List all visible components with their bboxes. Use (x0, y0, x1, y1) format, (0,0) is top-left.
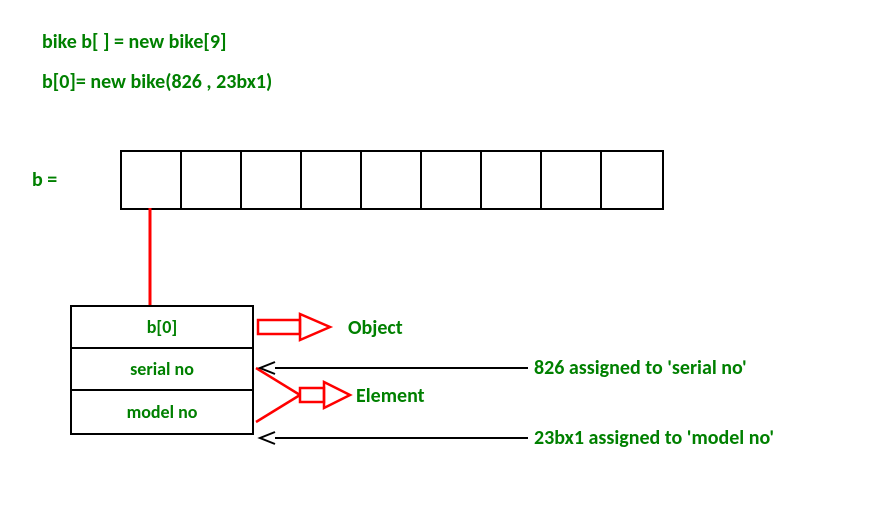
assignment-1-label: 826 assigned to 'serial no' (534, 356, 747, 380)
code-line-2: b[0]= new bike(826 , 23bx1) (42, 70, 272, 94)
array-cell (482, 152, 542, 208)
array-row (120, 150, 664, 210)
array-cell (542, 152, 602, 208)
serial-no-assignment-arrow (260, 362, 528, 374)
array-cell (362, 152, 422, 208)
code-line-1: bike b[ ] = new bike[9] (42, 30, 227, 54)
object-arrow-icon (258, 314, 330, 340)
struct-field1-label: serial no (130, 358, 194, 380)
array-cell (602, 152, 662, 208)
array-cell (242, 152, 302, 208)
brace-bottom-line (256, 395, 300, 422)
object-struct-table: b[0] serial no model no (70, 305, 254, 435)
brace-top-line (256, 368, 300, 395)
assignment-2-label: 23bx1 assigned to 'model no' (534, 426, 774, 450)
array-cell (302, 152, 362, 208)
array-cell (182, 152, 242, 208)
element-arrow-icon (300, 382, 350, 408)
struct-field2-label: model no (127, 401, 198, 423)
array-cell (122, 152, 182, 208)
element-label: Element (356, 384, 425, 408)
model-no-assignment-arrow (260, 432, 528, 444)
struct-field-row: serial no (72, 349, 252, 391)
array-variable-label: b = (32, 168, 57, 192)
struct-field-row: model no (72, 391, 252, 433)
struct-header-label: b[0] (147, 316, 177, 338)
struct-header-row: b[0] (72, 307, 252, 349)
array-cell (422, 152, 482, 208)
object-label: Object (348, 316, 403, 340)
